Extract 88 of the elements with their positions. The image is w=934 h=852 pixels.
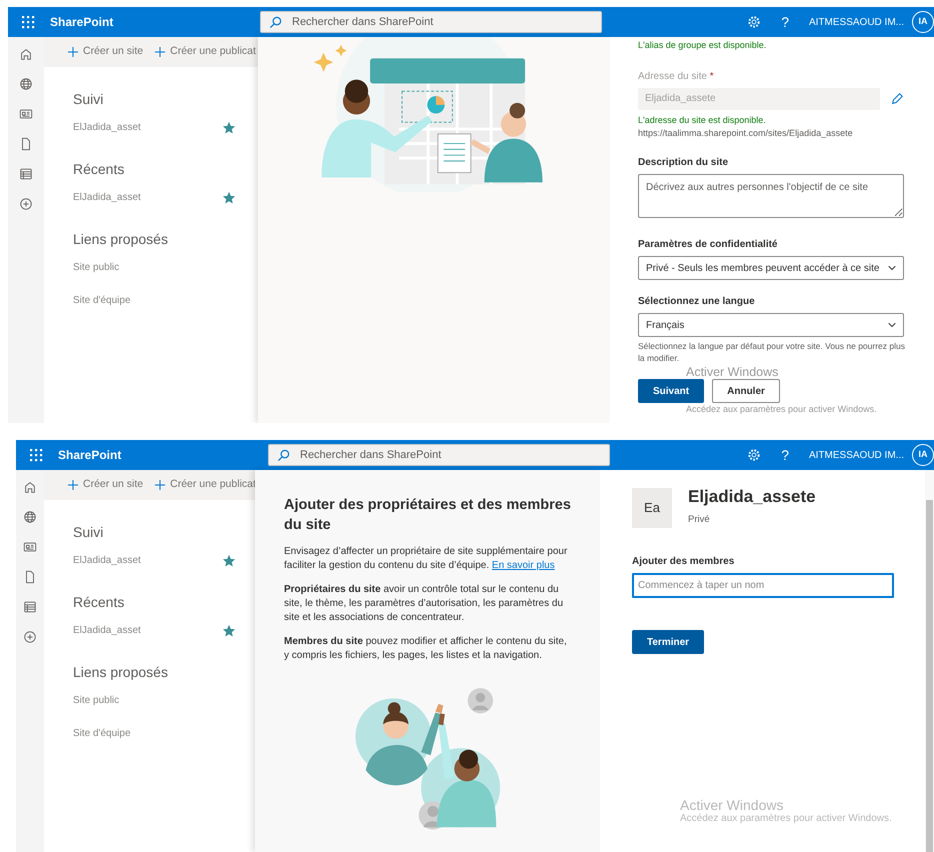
site-title: Eljadida_assete bbox=[688, 488, 816, 507]
activation-title: Activer Windows bbox=[680, 797, 784, 814]
member-search-field[interactable]: Commencez à taper un nom bbox=[632, 573, 894, 598]
add-icon[interactable] bbox=[19, 197, 33, 211]
secondary-button[interactable]: Annuler bbox=[712, 379, 780, 404]
learn-more-link[interactable]: En savoir plus bbox=[492, 560, 555, 572]
globe-icon[interactable] bbox=[19, 77, 33, 91]
field-label: Ajouter des membres bbox=[632, 555, 736, 569]
user-avatar[interactable]: IA bbox=[912, 444, 934, 466]
panel-title: Ajouter des propriétaires et des membres du site bbox=[284, 496, 572, 535]
section-heading: Liens proposés bbox=[73, 230, 169, 249]
privacy-label: Privé bbox=[688, 512, 711, 527]
status-message: L'adresse du site est disponible. bbox=[638, 114, 767, 127]
field-label: Description du site bbox=[638, 156, 730, 170]
field-label: Sélectionnez une langue bbox=[638, 295, 756, 309]
scrollbar[interactable] bbox=[925, 470, 934, 852]
help-text: Sélectionnez la langue par défaut pour votre site. Vous ne pourrez plus la modifier. bbox=[638, 341, 906, 365]
command-button[interactable]: Créer un site bbox=[68, 477, 144, 493]
section-heading: Récents bbox=[73, 593, 126, 612]
section-heading: Suivi bbox=[73, 90, 104, 109]
paragraph: Propriétaires du site avoir un contrôle total sur le contenu du site, le thème, les paramètres d’autorisation, les paramètres du site et les associations de concentrateur. bbox=[284, 583, 564, 626]
plus-icon bbox=[155, 480, 166, 490]
list-icon[interactable] bbox=[23, 600, 37, 614]
app-launcher-icon[interactable] bbox=[20, 14, 36, 30]
app-launcher-icon[interactable] bbox=[28, 447, 44, 463]
nav-link[interactable]: Site d'équipe bbox=[73, 293, 131, 308]
primary-button[interactable]: Terminer bbox=[632, 630, 704, 654]
privacy-select[interactable]: Privé - Seuls les membres peuvent accéder à ce site bbox=[638, 256, 904, 280]
nav-link[interactable]: Site public bbox=[73, 693, 120, 708]
site-url: https://taalimma.sharepoint.com/sites/Eljadida_assete bbox=[638, 127, 854, 140]
nav-link[interactable]: ElJadida_asset bbox=[73, 190, 141, 205]
command-button[interactable]: Créer une publicat bbox=[155, 477, 256, 493]
search-icon bbox=[277, 448, 290, 462]
search-icon bbox=[269, 16, 282, 28]
home-icon[interactable] bbox=[19, 47, 33, 61]
nav-link[interactable]: ElJadida_asset bbox=[73, 623, 141, 638]
settings-icon[interactable] bbox=[747, 448, 762, 462]
document-icon[interactable] bbox=[23, 570, 37, 584]
globe-icon[interactable] bbox=[23, 510, 37, 524]
user-name[interactable]: AITMESSAOUD IM... bbox=[808, 14, 904, 30]
star-icon[interactable] bbox=[223, 554, 235, 566]
primary-button[interactable]: Suivant bbox=[638, 379, 704, 404]
app-name[interactable]: SharePoint bbox=[50, 13, 260, 31]
news-icon[interactable] bbox=[19, 107, 33, 121]
news-icon[interactable] bbox=[23, 540, 37, 554]
command-button[interactable]: Créer une publicat bbox=[155, 44, 256, 60]
plus-icon bbox=[68, 47, 78, 57]
help-button[interactable]: ? bbox=[781, 12, 789, 32]
field-label: Adresse du site bbox=[638, 70, 707, 82]
scrollbar-thumb[interactable] bbox=[926, 500, 933, 852]
help-button[interactable]: ? bbox=[781, 444, 789, 466]
pencil-icon[interactable] bbox=[890, 92, 904, 106]
list-icon[interactable] bbox=[19, 167, 33, 181]
user-name[interactable]: AITMESSAOUD IM... bbox=[808, 448, 904, 462]
search-box[interactable]: Rechercher dans SharePoint bbox=[260, 11, 602, 33]
section-heading: Suivi bbox=[73, 523, 104, 542]
home-icon[interactable] bbox=[23, 480, 37, 494]
nav-link[interactable]: ElJadida_asset bbox=[73, 120, 141, 135]
nav-link[interactable]: Site public bbox=[73, 260, 120, 275]
app-name[interactable]: SharePoint bbox=[58, 446, 268, 464]
add-icon[interactable] bbox=[23, 630, 37, 644]
plus-icon bbox=[68, 480, 78, 490]
site-logo: Ea bbox=[632, 488, 672, 528]
nav-link[interactable]: Site d'équipe bbox=[73, 726, 131, 741]
language-select[interactable]: Français bbox=[638, 313, 904, 337]
required-mark: * bbox=[710, 70, 714, 82]
search-field[interactable]: Rechercher dans SharePoint bbox=[290, 12, 593, 32]
search-field[interactable]: Rechercher dans SharePoint bbox=[298, 446, 601, 464]
settings-icon[interactable] bbox=[747, 15, 762, 29]
description-field[interactable]: Décrivez aux autres personnes l'objectif de ce site bbox=[638, 174, 904, 218]
command-button[interactable]: Créer un site bbox=[68, 44, 144, 60]
section-heading: Récents bbox=[73, 160, 126, 179]
search-box[interactable]: Rechercher dans SharePoint bbox=[268, 444, 610, 466]
paragraph: Envisagez d’affecter un propriétaire de site supplémentaire pour faciliter la gestion du contenu du site d’équipe. En savoir plus bbox=[284, 545, 568, 574]
star-icon[interactable] bbox=[223, 192, 235, 204]
nav-link[interactable]: ElJadida_asset bbox=[73, 553, 141, 568]
section-heading: Liens proposés bbox=[73, 663, 169, 682]
star-icon[interactable] bbox=[223, 624, 235, 636]
field-label: Paramètres de confidentialité bbox=[638, 238, 778, 252]
activation-message: Accédez aux paramètres pour activer Windows. bbox=[680, 813, 892, 825]
activation-message: Accédez aux paramètres pour activer Windows. bbox=[686, 404, 878, 414]
plus-icon bbox=[155, 47, 166, 57]
paragraph: Membres du site pouvez modifier et afficher le contenu du site, y compris les fichiers, les pages, les listes et la navigation. bbox=[284, 635, 568, 664]
document-icon[interactable] bbox=[19, 137, 33, 151]
status-message: L'alias de groupe est disponible. bbox=[638, 39, 768, 52]
star-icon[interactable] bbox=[223, 122, 235, 134]
user-avatar[interactable]: IA bbox=[912, 11, 934, 33]
activation-title: Activer Windows bbox=[686, 364, 780, 380]
